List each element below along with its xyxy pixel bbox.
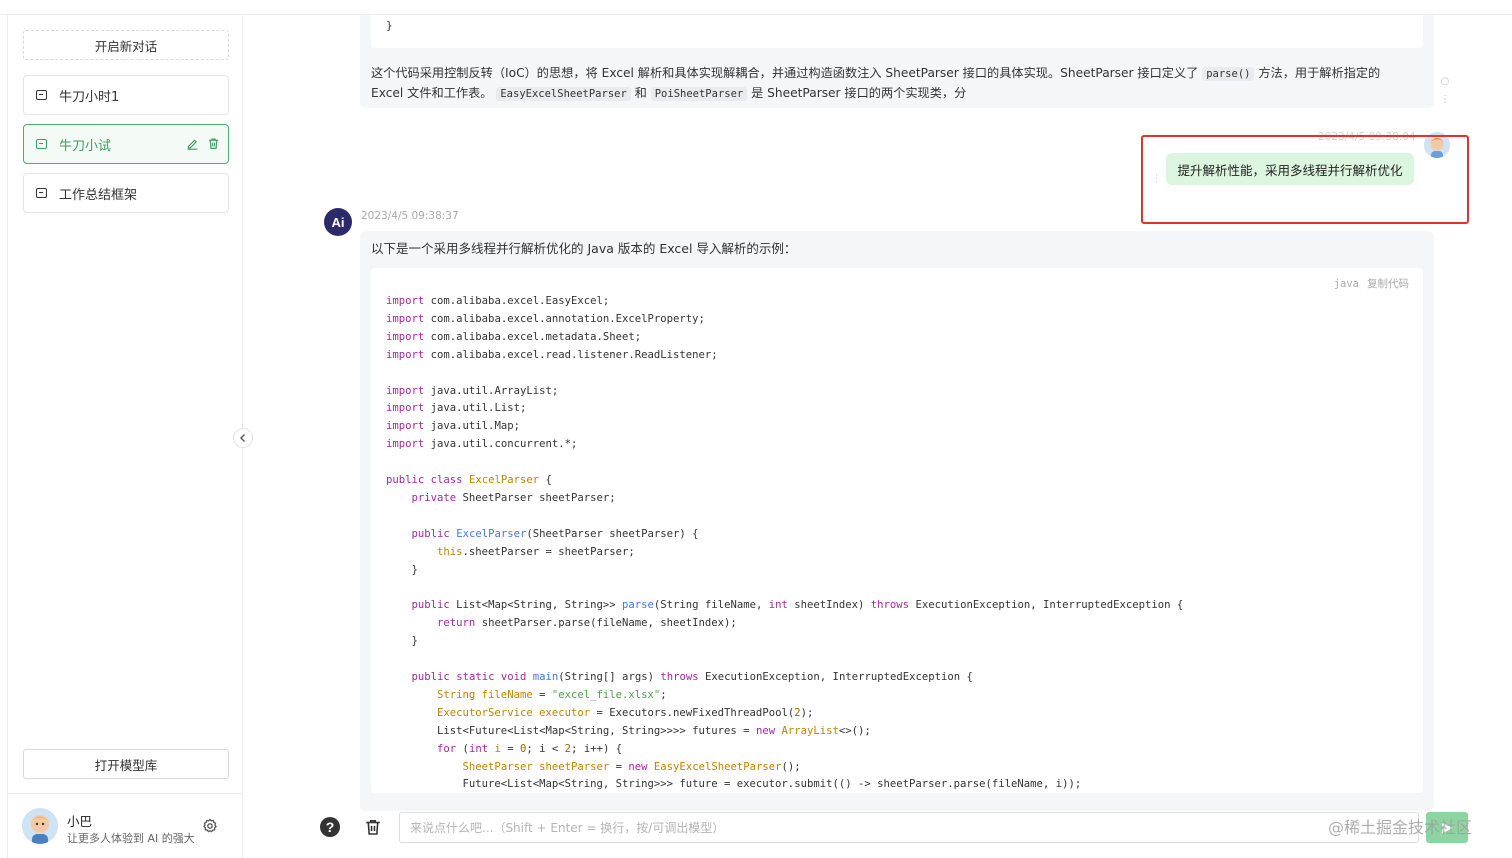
chat-icon <box>36 139 47 149</box>
paragraph-text: 这个代码采用控制反转（IoC）的思想，将 Excel 解析和具体实现解耦合，并通… <box>371 66 1199 80</box>
sidebar: 开启新对话 牛刀小时1 牛刀小试 工作总结框架 打开模型库 小巴 让更多人体验到… <box>7 15 243 858</box>
conversation-label: 工作总结框架 <box>59 187 138 203</box>
message-actions[interactable]: ○ ⋮ <box>1438 76 1452 106</box>
inline-code: PoiSheetParser <box>650 87 748 101</box>
ai-message-time: 2023/4/5 09:38:37 <box>361 210 459 222</box>
copy-code-button[interactable]: 复制代码 <box>1367 278 1409 290</box>
edit-icon[interactable] <box>186 137 199 150</box>
code-content: import com.alibaba.excel.EasyExcel; impo… <box>386 295 1184 791</box>
user-message-time: 2023/4/5 09:38:04 <box>1318 131 1416 143</box>
chevron-left-icon <box>240 434 245 442</box>
code-language: java <box>1333 278 1359 290</box>
code-block-header: java 复制代码 <box>1334 276 1409 291</box>
sidebar-divider <box>8 793 242 794</box>
open-model-library-button[interactable]: 打开模型库 <box>23 749 229 779</box>
refresh-icon[interactable]: ○ <box>1438 76 1452 88</box>
conversation-item[interactable]: 工作总结框架 <box>23 173 229 213</box>
previous-code-tail: } <box>371 15 1423 48</box>
more-icon[interactable]: ⋮ <box>1438 94 1452 106</box>
help-icon[interactable]: ? <box>320 817 340 837</box>
conversation-label: 牛刀小试 <box>59 138 112 154</box>
user-profile: 小巴 让更多人体验到 AI 的强大 <box>22 808 234 848</box>
watermark: @稀土掘金技术社区 <box>1328 818 1473 837</box>
paragraph-text: 是 SheetParser 接口的两个实现类，分 <box>751 86 967 100</box>
user-message-avatar <box>1424 132 1450 158</box>
trash-icon[interactable] <box>364 818 382 836</box>
conversation-label: 牛刀小时1 <box>59 89 120 105</box>
code-block: java 复制代码 import com.alibaba.excel.EasyEx… <box>371 268 1423 793</box>
user-message-bubble: 提升解析性能，采用多线程并行解析优化 <box>1166 153 1414 185</box>
conversation-item-active[interactable]: 牛刀小试 <box>23 124 229 164</box>
gear-icon[interactable] <box>202 818 218 834</box>
chat-icon <box>36 90 47 100</box>
more-icon[interactable]: ⋮ <box>1152 174 1161 184</box>
new-chat-button[interactable]: 开启新对话 <box>23 30 229 60</box>
delete-icon[interactable] <box>207 137 220 150</box>
ai-message-intro: 以下是一个采用多线程并行解析优化的 Java 版本的 Excel 导入解析的示例… <box>371 241 797 256</box>
chat-input[interactable] <box>399 812 1419 843</box>
collapse-sidebar-button[interactable] <box>233 428 253 448</box>
user-description: 让更多人体验到 AI 的强大 <box>67 832 195 845</box>
conversation-item[interactable]: 牛刀小时1 <box>23 75 229 115</box>
user-name: 小巴 <box>67 814 93 829</box>
chat-icon <box>36 188 47 198</box>
ai-avatar: Ai <box>324 208 352 236</box>
avatar[interactable] <box>22 808 58 844</box>
inline-code: parse() <box>1202 67 1255 81</box>
paragraph-text: 和 <box>634 86 647 100</box>
inline-code: EasyExcelSheetParser <box>496 87 631 101</box>
previous-ai-paragraph: 这个代码采用控制反转（IoC）的思想，将 Excel 解析和具体实现解耦合，并通… <box>371 64 1411 104</box>
